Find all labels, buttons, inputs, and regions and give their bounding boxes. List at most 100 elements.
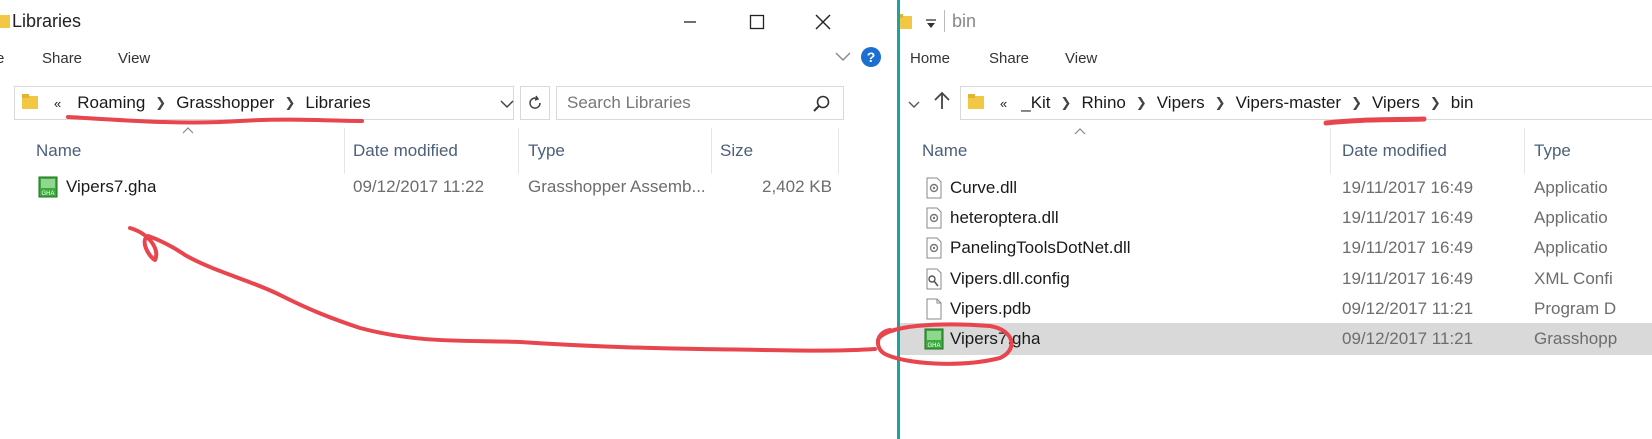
file-type: Applicatio <box>1534 238 1608 257</box>
folder-icon <box>900 12 914 35</box>
file-date: 19/11/2017 16:49 <box>1342 208 1474 227</box>
breadcrumb-roaming[interactable]: Roaming <box>77 93 145 113</box>
chevron-down-icon[interactable] <box>835 50 851 68</box>
recent-locations-icon[interactable] <box>908 97 920 115</box>
file-row[interactable]: Curve.dll 19/11/2017 16:49 Applicatio <box>900 172 1652 204</box>
file-name: heteroptera.dll <box>950 208 1059 227</box>
sort-chevron-icon <box>182 121 194 139</box>
ribbon-tab-view[interactable]: View <box>118 50 150 67</box>
right-explorer-window: bin Home Share View « _Kit ❯ Rhino ❯ Vip… <box>900 0 1652 439</box>
chevron-down-icon[interactable] <box>500 96 514 116</box>
file-date: 09/12/2017 11:21 <box>1342 329 1474 348</box>
column-divider[interactable] <box>1524 128 1525 174</box>
file-name: Curve.dll <box>950 178 1018 197</box>
chevron-right-icon[interactable]: ❯ <box>1061 95 1072 111</box>
file-name: Vipers7.gha <box>66 177 157 196</box>
column-header-name[interactable]: Name <box>922 128 967 174</box>
column-divider[interactable] <box>518 128 519 174</box>
ribbon-tab-home[interactable]: e <box>0 50 4 67</box>
column-header-date[interactable]: Date modified <box>353 128 458 174</box>
column-divider[interactable] <box>1330 128 1331 174</box>
breadcrumb-rhino[interactable]: Rhino <box>1081 93 1125 113</box>
file-date: 09/12/2017 11:21 <box>1342 299 1474 318</box>
refresh-icon <box>529 95 541 109</box>
file-date: 09/12/2017 11:22 <box>353 177 485 196</box>
file-type: Grasshopp <box>1534 329 1618 348</box>
chevron-right-icon[interactable]: ❯ <box>1351 95 1362 111</box>
column-divider[interactable] <box>838 128 839 174</box>
minimize-button[interactable] <box>655 0 725 44</box>
title-separator <box>944 10 945 32</box>
search-icon <box>813 95 831 118</box>
column-divider[interactable] <box>711 128 712 174</box>
quick-access-dropdown-icon[interactable] <box>925 17 937 35</box>
chevron-right-icon[interactable]: ❯ <box>284 95 295 111</box>
gha-icon: GHA <box>924 328 944 350</box>
file-date: 19/11/2017 16:49 <box>1342 238 1474 257</box>
address-bar[interactable]: « Roaming ❯ Grasshopper ❯ Libraries <box>14 86 514 120</box>
column-divider[interactable] <box>344 128 345 174</box>
help-icon[interactable]: ? <box>860 46 882 73</box>
breadcrumb-overflow[interactable]: « <box>54 96 61 111</box>
file-name: PanelingToolsDotNet.dll <box>950 238 1131 257</box>
breadcrumb-vipers-master[interactable]: Vipers-master <box>1236 93 1342 113</box>
breadcrumb-vipers[interactable]: Vipers <box>1157 93 1205 113</box>
file-type: Program D <box>1534 299 1617 318</box>
close-button[interactable] <box>788 0 858 44</box>
svg-text:GHA: GHA <box>927 343 940 349</box>
window-title: Libraries <box>12 11 82 31</box>
column-header-date[interactable]: Date modified <box>1342 128 1447 174</box>
address-bar[interactable]: « _Kit ❯ Rhino ❯ Vipers ❯ Vipers-master … <box>960 86 1652 120</box>
breadcrumb-vipers-sub[interactable]: Vipers <box>1372 93 1420 113</box>
file-row-selected[interactable]: GHA Vipers7.gha 09/12/2017 11:21 Grasshopp <box>900 323 1652 355</box>
file-row[interactable]: PanelingToolsDotNet.dll 19/11/2017 16:49 A… <box>900 232 1652 264</box>
folder-icon <box>22 92 40 115</box>
sort-chevron-icon <box>1074 122 1086 140</box>
chevron-right-icon[interactable]: ❯ <box>1215 95 1226 111</box>
file-name: Vipers.pdb <box>950 299 1031 318</box>
chevron-right-icon[interactable]: ❯ <box>1430 95 1441 111</box>
file-name: Vipers7.gha <box>950 329 1041 348</box>
window-title: bin <box>952 11 977 31</box>
chevron-right-icon[interactable]: ❯ <box>155 95 166 111</box>
ribbon-tab-view[interactable]: View <box>1065 50 1097 67</box>
file-icon <box>924 298 944 320</box>
folder-icon <box>0 11 10 34</box>
folder-icon <box>968 92 986 115</box>
file-type: Grasshopper Assemb... <box>528 177 706 196</box>
file-row[interactable]: Vipers.pdb 09/12/2017 11:21 Program D <box>900 293 1652 325</box>
search-input[interactable]: Search Libraries <box>556 86 844 120</box>
left-explorer-window: Libraries e Share View ? « Roaming ❯ Gra… <box>0 0 897 439</box>
up-arrow-icon[interactable] <box>933 90 951 115</box>
chevron-right-icon[interactable]: ❯ <box>1136 95 1147 111</box>
ribbon-tab-home[interactable]: Home <box>910 50 950 67</box>
file-row[interactable]: Vipers.dll.config 19/11/2017 16:49 XML Con… <box>900 263 1652 295</box>
file-type: XML Confi <box>1534 269 1613 288</box>
file-date: 19/11/2017 16:49 <box>1342 269 1474 288</box>
file-row[interactable]: GHA Vipers7.gha 09/12/2017 11:22 Grassho… <box>0 171 897 203</box>
file-size: 2,402 KB <box>762 177 832 196</box>
column-header-type[interactable]: Type <box>1534 128 1571 174</box>
column-header-type[interactable]: Type <box>528 128 565 174</box>
maximize-button[interactable] <box>722 0 792 44</box>
breadcrumb-overflow[interactable]: « <box>1000 96 1007 111</box>
refresh-button[interactable] <box>520 86 550 120</box>
ribbon-tab-share[interactable]: Share <box>989 50 1029 67</box>
dll-icon <box>924 177 944 199</box>
search-placeholder: Search Libraries <box>567 93 691 112</box>
dll-icon <box>924 237 944 259</box>
file-type: Applicatio <box>1534 178 1608 197</box>
breadcrumb-grasshopper[interactable]: Grasshopper <box>176 93 274 113</box>
breadcrumb-libraries[interactable]: Libraries <box>305 93 370 113</box>
svg-text:?: ? <box>867 49 876 65</box>
file-type: Applicatio <box>1534 208 1608 227</box>
breadcrumb-bin[interactable]: bin <box>1451 93 1474 113</box>
column-header-name[interactable]: Name <box>36 128 81 174</box>
breadcrumb-kit[interactable]: _Kit <box>1021 93 1050 113</box>
file-row[interactable]: heteroptera.dll 19/11/2017 16:49 Applicati… <box>900 202 1652 234</box>
left-titlebar: Libraries <box>0 0 897 44</box>
svg-text:GHA: GHA <box>41 191 54 197</box>
file-name: Vipers.dll.config <box>950 269 1070 288</box>
ribbon-tab-share[interactable]: Share <box>42 50 82 67</box>
column-header-size[interactable]: Size <box>720 128 753 174</box>
